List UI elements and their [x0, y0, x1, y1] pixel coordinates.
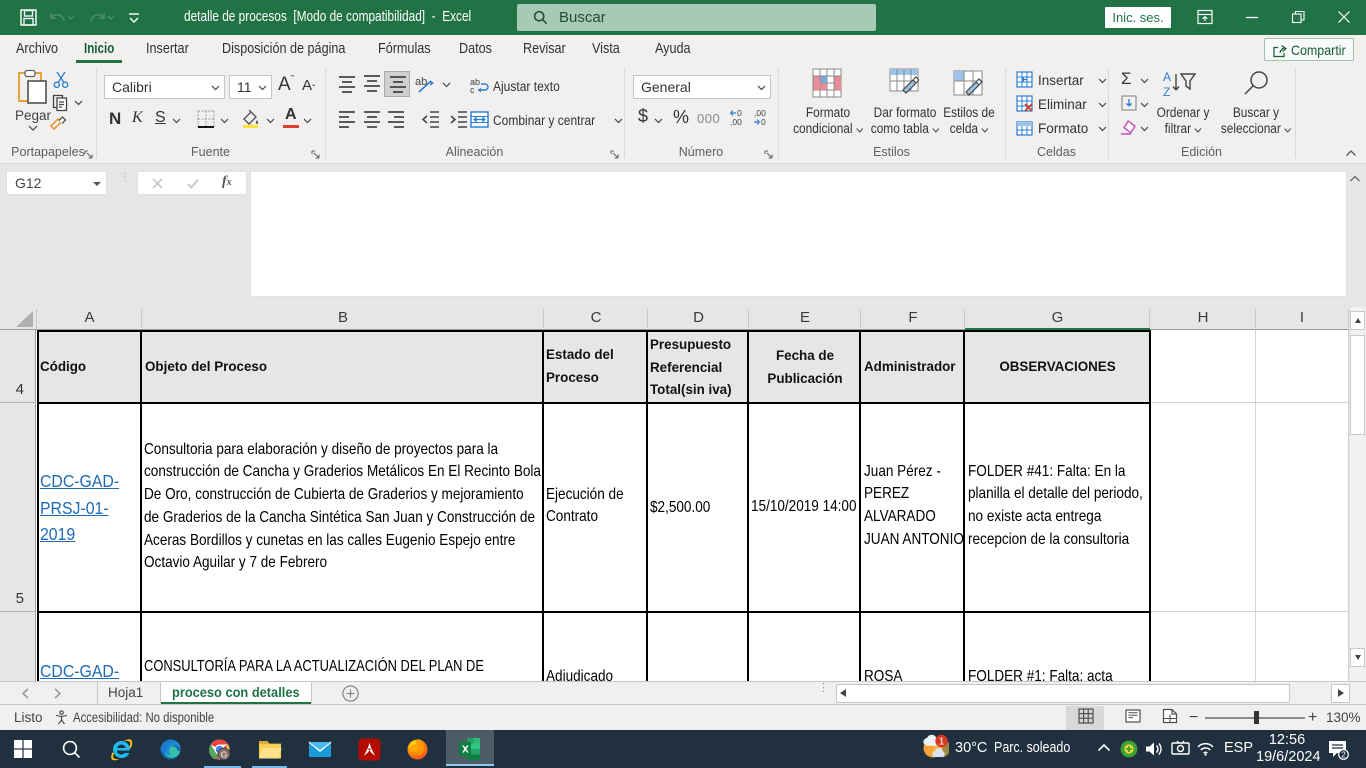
- svg-text:G: G: [221, 749, 228, 759]
- svg-text:1: 1: [939, 737, 945, 748]
- svg-text:0: 0: [761, 117, 766, 127]
- svg-text:,00: ,00: [730, 117, 742, 127]
- svg-text:Z: Z: [1163, 85, 1170, 98]
- svg-text:c: c: [470, 85, 475, 94]
- svg-text:2: 2: [1341, 750, 1346, 760]
- svg-text:A: A: [1163, 70, 1171, 84]
